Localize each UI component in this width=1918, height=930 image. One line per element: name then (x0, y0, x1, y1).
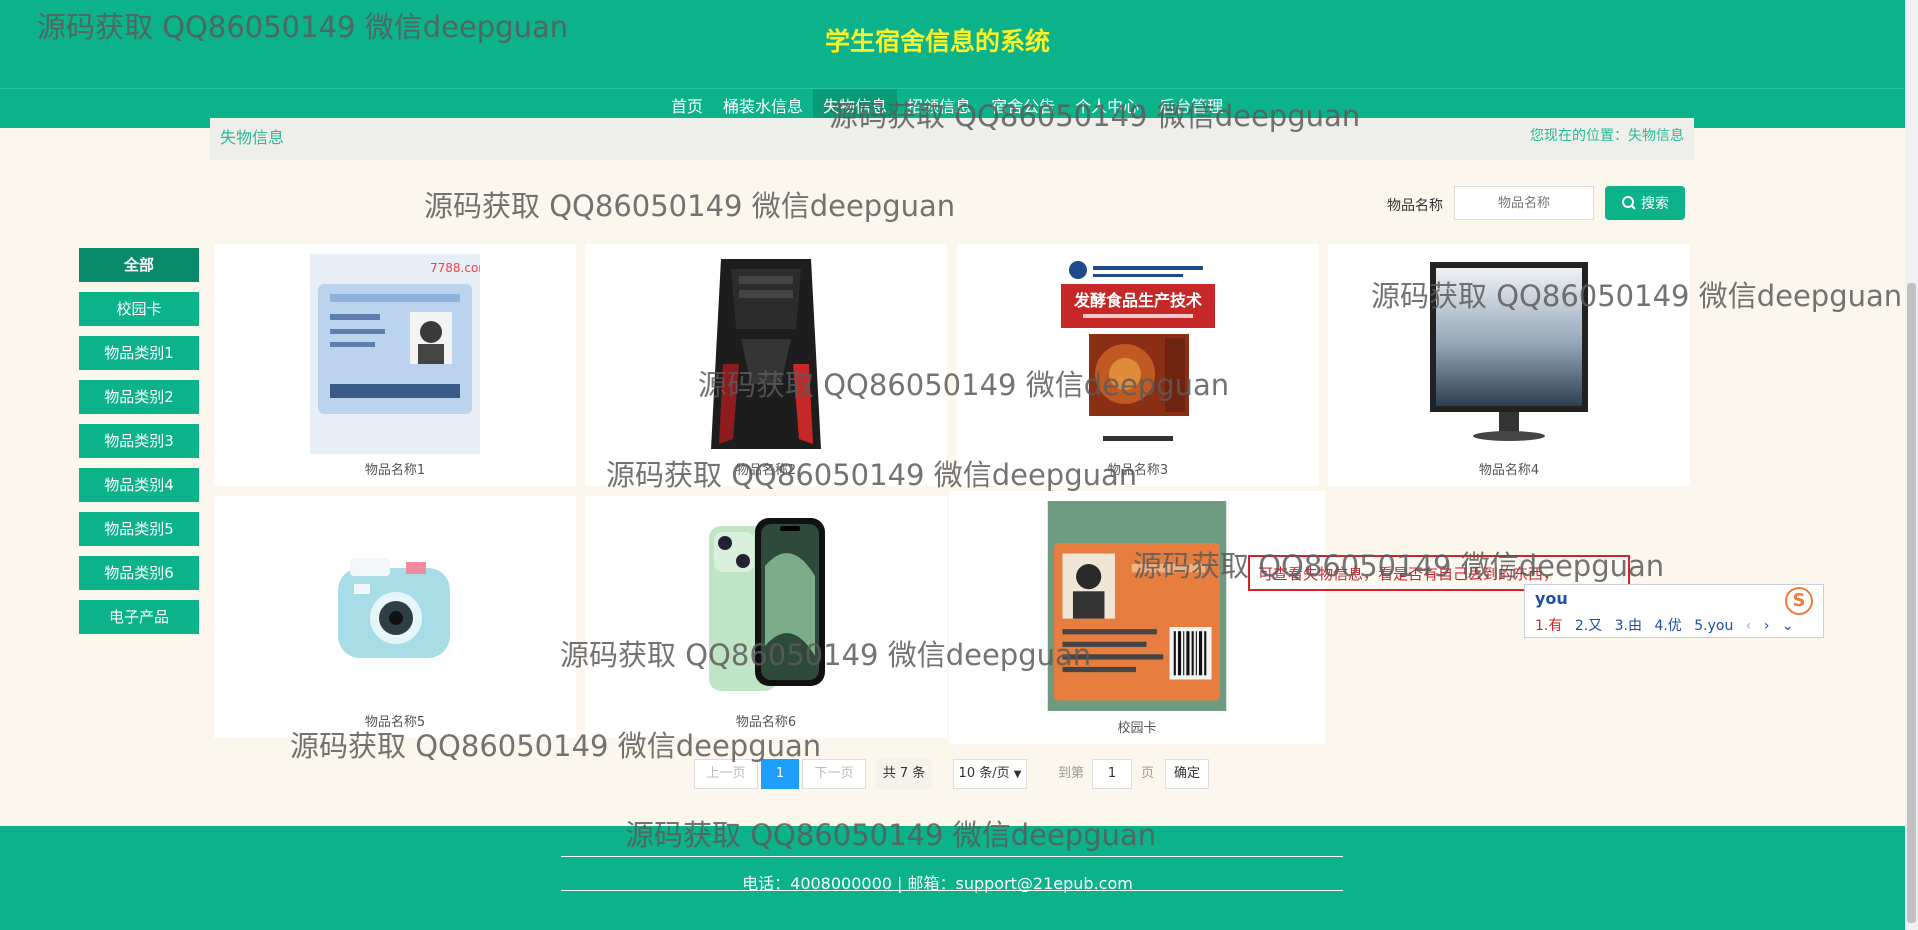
item-card[interactable]: 物品名称4 (1328, 244, 1690, 486)
footer-divider (561, 856, 1343, 857)
footer: 电话：4008000000 | 邮箱：support@21epub.com (0, 826, 1918, 930)
breadcrumb-location: 您现在的位置：失物信息 (1530, 128, 1684, 144)
search-label: 物品名称 (1387, 198, 1443, 214)
footer-divider (561, 890, 1343, 891)
search-icon (1622, 196, 1636, 210)
total-count: 共 7 条 (876, 759, 932, 789)
item-name: 物品名称1 (364, 463, 426, 478)
sidebar-item-category4[interactable]: 物品类别4 (79, 468, 199, 502)
item-name: 物品名称5 (364, 715, 426, 730)
sidebar-item-electronics[interactable]: 电子产品 (79, 600, 199, 634)
item-name: 物品名称2 (735, 463, 797, 478)
pc-tower-image (681, 254, 851, 454)
scrollbar-thumb[interactable] (1907, 283, 1916, 923)
page-title: 失物信息 (220, 128, 285, 147)
sidebar-item-category2[interactable]: 物品类别2 (79, 380, 199, 414)
item-card[interactable]: 物品名称2 (585, 244, 947, 486)
search-button-label: 搜索 (1641, 196, 1669, 212)
book-cover-title: 发酵食品生产技术 (1073, 291, 1202, 310)
ime-input-text: you (1535, 589, 1568, 608)
campus-card-image (1047, 501, 1227, 711)
ime-popup[interactable]: you S 1.有 2.又 3.由 4.优 5.you ‹ › ⌄ (1524, 584, 1824, 638)
goto-confirm-button[interactable]: 确定 (1165, 759, 1209, 789)
item-name: 物品名称4 (1478, 463, 1540, 478)
sidebar-item-category5[interactable]: 物品类别5 (79, 512, 199, 546)
chevron-left-icon[interactable]: ‹ (1746, 618, 1752, 634)
smartphone-image (681, 506, 851, 706)
prev-page-button[interactable]: 上一页 (694, 759, 758, 789)
search-button[interactable]: 搜索 (1605, 186, 1685, 220)
chevron-down-icon[interactable]: ⌄ (1782, 618, 1794, 634)
item-card[interactable]: 校园卡 (949, 491, 1325, 744)
sidebar-item-category6[interactable]: 物品类别6 (79, 556, 199, 590)
ime-candidate[interactable]: 1.有 (1535, 618, 1562, 634)
breadcrumb: 失物信息 您现在的位置：失物信息 (210, 118, 1694, 160)
search-input[interactable] (1454, 186, 1594, 220)
page-size-select[interactable]: 10 条/页 ▼ (953, 759, 1027, 789)
item-card[interactable]: 物品名称5 (214, 496, 576, 738)
page-size-value: 10 条/页 (958, 766, 1010, 781)
sidebar-item-all[interactable]: 全部 (79, 248, 199, 282)
item-card[interactable]: 发酵食品生产技术 物品名称3 (957, 244, 1319, 486)
instant-camera-image (310, 506, 480, 706)
watermark: 源码获取 QQ86050149 微信deepguan (424, 189, 956, 223)
ime-candidate[interactable]: 4.优 (1654, 618, 1681, 634)
ime-candidate[interactable]: 3.由 (1615, 618, 1642, 634)
ime-candidates: 1.有 2.又 3.由 4.优 5.you ‹ › ⌄ (1535, 615, 1802, 635)
monitor-image (1424, 254, 1594, 454)
ime-candidate[interactable]: 5.you (1694, 618, 1733, 634)
sidebar-item-category1[interactable]: 物品类别1 (79, 336, 199, 370)
goto-label: 到第 (1058, 766, 1085, 781)
goto-page-input[interactable]: 1 (1092, 759, 1132, 789)
item-name: 物品名称3 (1107, 463, 1169, 478)
sidebar-item-campus-card[interactable]: 校园卡 (79, 292, 199, 326)
item-name: 校园卡 (1117, 721, 1157, 736)
book-cover-image: 发酵食品生产技术 (1053, 254, 1223, 454)
sogou-logo-icon: S (1785, 587, 1813, 615)
chevron-down-icon: ▼ (1013, 769, 1022, 780)
svg-text:7788.com: 7788.com (430, 261, 480, 275)
item-card[interactable]: 物品名称6 (585, 496, 947, 738)
ime-candidate[interactable]: 2.又 (1575, 618, 1602, 634)
chevron-right-icon[interactable]: › (1764, 618, 1770, 634)
site-title: 学生宿舍信息的系统 (824, 27, 1050, 56)
next-page-button[interactable]: 下一页 (802, 759, 866, 789)
header: 学生宿舍信息的系统 (0, 0, 1918, 88)
page-unit-label: 页 (1141, 766, 1155, 781)
sidebar-item-category3[interactable]: 物品类别3 (79, 424, 199, 458)
page-1-button[interactable]: 1 (761, 759, 799, 789)
page-scrollbar[interactable] (1905, 0, 1918, 930)
item-name: 物品名称6 (735, 715, 797, 730)
item-card[interactable]: 7788.com 物品名称1 (214, 244, 576, 486)
id-card-photo-image: 7788.com (310, 254, 480, 454)
